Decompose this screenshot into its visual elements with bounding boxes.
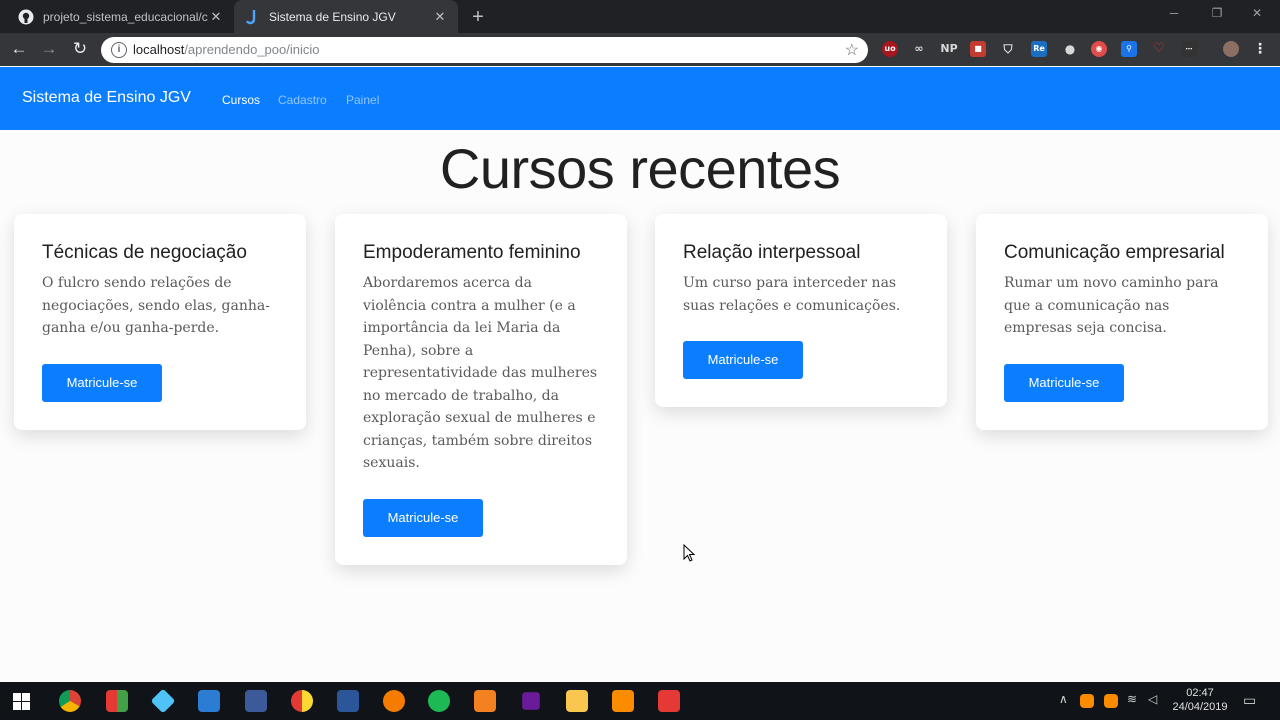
tray-app-icon[interactable] <box>1104 694 1118 708</box>
close-window-icon[interactable]: ✕ <box>1247 6 1267 20</box>
file-explorer-icon[interactable] <box>566 690 588 712</box>
clock-time: 02:47 <box>1186 687 1214 699</box>
ublock-icon[interactable]: uo <box>882 41 898 57</box>
site-brand[interactable]: Sistema de Ensino JGV <box>22 89 191 107</box>
page-title: Cursos recentes <box>439 137 841 200</box>
wifi-icon[interactable]: ≋ <box>1127 692 1137 706</box>
enroll-button[interactable]: Matricule-se <box>1004 363 1124 402</box>
github-extension-icon[interactable]: ● <box>1062 41 1078 57</box>
extension-icon[interactable]: ∞ <box>911 41 927 57</box>
profile-avatar[interactable] <box>1223 41 1239 57</box>
app-icon[interactable] <box>658 690 680 712</box>
close-tab-icon[interactable]: ✕ <box>208 9 224 25</box>
app-icon[interactable] <box>383 690 405 712</box>
course-title: Técnicas de negociação <box>42 242 247 263</box>
tray-chevron-icon[interactable]: ∧ <box>1059 692 1068 706</box>
course-description: Rumar um novo caminho para que a comunic… <box>1004 275 1219 336</box>
url-text: localhost/aprendendo_poo/inicio <box>133 42 320 57</box>
github-icon <box>18 9 34 25</box>
enroll-button[interactable]: Matricule-se <box>363 498 483 537</box>
extension-icon[interactable]: ◉ <box>1091 41 1107 57</box>
app-icon[interactable] <box>474 690 496 712</box>
app-icon[interactable] <box>291 690 313 712</box>
back-icon[interactable]: ← <box>8 38 30 60</box>
clock-date: 24/04/2019 <box>1172 701 1228 713</box>
extension-icon[interactable]: ♡ <box>1151 41 1167 57</box>
spotify-icon[interactable] <box>428 690 450 712</box>
mouse-cursor-icon <box>683 544 695 562</box>
course-card: Técnicas de negociação O fulcro sendo re… <box>14 214 306 430</box>
tab-title: Sistema de Ensino JGV <box>269 9 396 24</box>
nav-link-cursos[interactable]: Cursos <box>222 93 260 107</box>
tray-app-icon[interactable] <box>1080 694 1094 708</box>
minimize-icon[interactable]: ─ <box>1164 6 1184 20</box>
vscode-icon[interactable] <box>198 690 220 712</box>
enroll-button[interactable]: Matricule-se <box>42 363 162 402</box>
site-navbar: Sistema de Ensino JGV Cursos Cadastro Pa… <box>0 67 1280 130</box>
forward-icon[interactable]: → <box>38 38 60 60</box>
address-bar[interactable]: i localhost/aprendendo_poo/inicio ☆ <box>101 37 868 63</box>
page-icon <box>244 9 260 25</box>
restore-icon[interactable]: ❐ <box>1207 6 1227 20</box>
word-icon[interactable] <box>337 690 359 712</box>
course-description: Um curso para interceder nas suas relaçõ… <box>683 275 901 314</box>
system-clock[interactable]: 02:47 24/04/2019 <box>1168 686 1232 714</box>
search-extension-icon[interactable]: ⚲ <box>1121 41 1137 57</box>
nav-link-painel[interactable]: Painel <box>346 93 379 107</box>
extension-icon[interactable]: Re <box>1031 41 1047 57</box>
course-title: Relação interpessoal <box>683 242 861 263</box>
app-icon[interactable] <box>245 690 267 712</box>
windows-start-icon[interactable] <box>13 693 30 710</box>
app-icon[interactable] <box>106 690 128 712</box>
enroll-button[interactable]: Matricule-se <box>683 341 803 379</box>
chrome-icon[interactable] <box>59 690 81 712</box>
new-tab-button[interactable]: + <box>468 6 488 29</box>
course-card: Relação interpessoal Um curso para inter… <box>655 214 947 407</box>
course-title: Empoderamento feminino <box>363 242 581 263</box>
extension-icon[interactable]: ⋯ <box>1181 41 1197 57</box>
xampp-icon[interactable] <box>612 690 634 712</box>
tab-github[interactable]: projeto_sistema_educacional/co ✕ <box>8 0 234 33</box>
extension-icon[interactable]: NP <box>940 41 958 57</box>
notifications-icon[interactable]: ▭ <box>1243 692 1256 709</box>
course-card: Empoderamento feminino Abordaremos acerc… <box>335 214 627 565</box>
reload-icon[interactable]: ↻ <box>69 38 91 60</box>
course-description: Abordaremos acerca da violência contra a… <box>363 275 598 471</box>
site-info-icon[interactable]: i <box>111 42 127 58</box>
course-card: Comunicação empresarial Rumar um novo ca… <box>976 214 1268 430</box>
app-icon[interactable] <box>522 692 540 710</box>
extension-icon[interactable]: ■ <box>970 41 986 57</box>
course-title: Comunicação empresarial <box>1004 242 1225 263</box>
pocket-icon[interactable]: ⛉ <box>1000 41 1016 57</box>
close-tab-icon[interactable]: ✕ <box>432 9 448 25</box>
nav-link-cadastro[interactable]: Cadastro <box>278 93 327 107</box>
tab-active[interactable]: Sistema de Ensino JGV ✕ <box>234 0 458 33</box>
course-description: O fulcro sendo relações de negociações, … <box>42 275 270 336</box>
volume-icon[interactable]: ◁ <box>1148 692 1157 706</box>
menu-icon[interactable]: ⋮ <box>1252 41 1268 57</box>
bookmark-star-icon[interactable]: ☆ <box>845 40 859 60</box>
tab-strip: projeto_sistema_educacional/co ✕ Sistema… <box>0 0 1280 33</box>
tab-title: projeto_sistema_educacional/co <box>43 9 208 24</box>
